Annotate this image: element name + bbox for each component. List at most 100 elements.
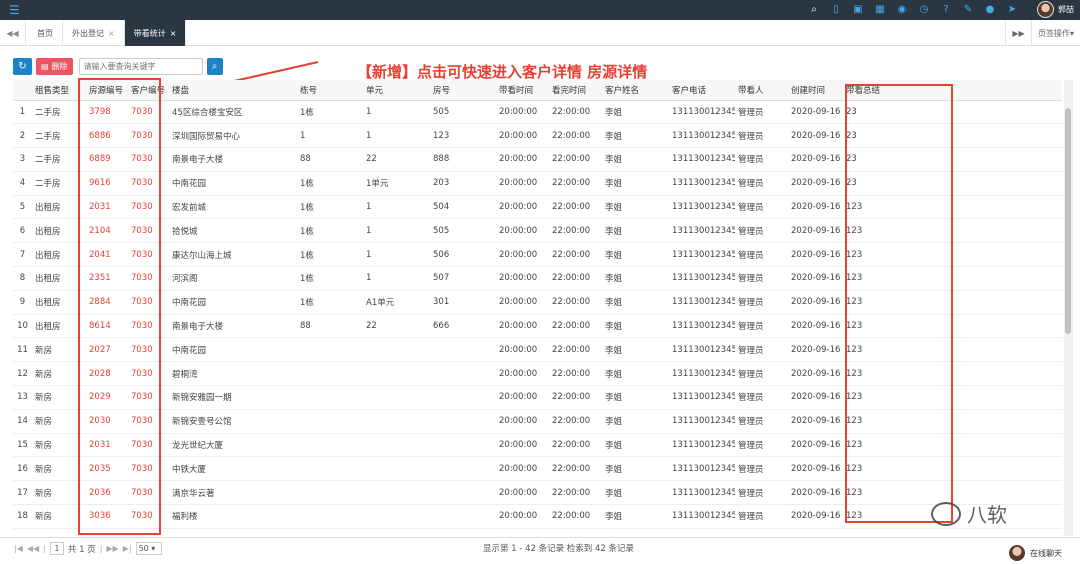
menu-icon[interactable]: ☰ (9, 4, 20, 16)
table-cell[interactable]: 7030 (128, 123, 169, 149)
column-header[interactable]: 带看人 (735, 80, 788, 101)
table-cell[interactable]: 2036 (86, 480, 128, 506)
table-cell[interactable]: 7030 (128, 218, 169, 244)
table-row[interactable]: 7 出租房 2041 7030 康达尔山海上城 1栋 1 506 20:00:00 22:00:0… (13, 242, 1062, 268)
close-icon[interactable]: × (108, 29, 115, 38)
table-cell[interactable]: 7030 (128, 456, 169, 482)
page-number-input[interactable]: 1 (49, 542, 64, 555)
column-header[interactable] (13, 80, 32, 101)
table-row[interactable]: 5 出租房 2031 7030 宏发前城 1栋 1 504 20:00:00 22:00:00 李姐… (13, 195, 1062, 220)
online-chat-button[interactable]: 在线聊天 (1009, 545, 1062, 561)
search-icon[interactable]: ⌕ (808, 3, 820, 16)
user-icon[interactable]: ● (984, 3, 996, 16)
first-page-icon[interactable]: |◀ (14, 544, 23, 553)
table-cell[interactable]: 7030 (128, 337, 169, 363)
table-row[interactable]: 6 出租房 2104 7030 拾悦城 1栋 1 505 20:00:00 22:00:00 李姐 1… (13, 218, 1062, 244)
table-row[interactable]: 16 新房 2035 7030 中铁大厦 20:00:00 22:00:00 李姐 131130… (13, 456, 1062, 482)
table-cell[interactable]: 6889 (86, 147, 128, 172)
table-cell[interactable]: 7030 (128, 361, 169, 387)
clock-icon[interactable]: ◷ (918, 3, 930, 16)
table-cell[interactable]: 7030 (128, 314, 169, 339)
column-header[interactable]: 栋号 (297, 80, 363, 101)
table-cell[interactable]: 2031 (86, 433, 128, 458)
table-cell[interactable]: 7030 (128, 290, 169, 315)
close-icon[interactable]: × (170, 29, 177, 38)
table-cell[interactable]: 7030 (128, 480, 169, 506)
table-cell[interactable]: 2028 (86, 361, 128, 387)
page-size-select[interactable]: 50 ▾ (135, 542, 162, 555)
table-cell[interactable]: 6886 (86, 123, 128, 149)
table-cell[interactable]: 2035 (86, 456, 128, 482)
table-row[interactable]: 9 出租房 2884 7030 中南花园 1栋 A1单元 301 20:00:00 22:00:0… (13, 290, 1062, 315)
table-row[interactable]: 10 出租房 8614 7030 南景电子大楼 88 22 666 20:00:00 22:00:… (13, 314, 1062, 339)
user-menu[interactable]: 郭喆 (1037, 1, 1074, 18)
table-cell[interactable]: 2104 (86, 218, 128, 244)
help-icon[interactable]: ? (940, 3, 952, 16)
tab-scroll-right-button[interactable]: ▶▶ (1005, 20, 1031, 46)
prev-page-icon[interactable]: ◀◀ (27, 544, 39, 553)
table-cell[interactable]: 8614 (86, 314, 128, 339)
table-row[interactable]: 18 新房 3036 7030 福利楼 20:00:00 22:00:00 李姐 1311300… (13, 504, 1062, 529)
tab-outing-register[interactable]: 外出登记 × (63, 20, 125, 46)
table-cell[interactable]: 3036 (86, 504, 128, 529)
column-header[interactable]: 客户姓名 (602, 80, 669, 101)
table-row[interactable]: 13 新房 2029 7030 新锦安雅园一期 20:00:00 22:00:00 李姐 131… (13, 385, 1062, 410)
column-header[interactable]: 带看时间 (496, 80, 549, 101)
table-cell[interactable]: 7030 (128, 385, 169, 410)
delete-button[interactable]: ▤ 删除 (36, 57, 73, 75)
edit-icon[interactable]: ✎ (962, 3, 974, 16)
column-header[interactable]: 客户电话 (669, 80, 735, 101)
refresh-button[interactable]: ↻ (13, 57, 32, 75)
table-row[interactable]: 12 新房 2028 7030 碧桐湾 20:00:00 22:00:00 李姐 1311300… (13, 361, 1062, 387)
column-header[interactable]: 客户编号 (128, 80, 169, 101)
table-cell[interactable]: 2029 (86, 385, 128, 410)
search-button[interactable]: ⌕ (206, 57, 223, 75)
table-cell[interactable]: 2351 (86, 266, 128, 291)
table-row[interactable]: 4 二手房 9616 7030 中南花园 1栋 1单元 203 20:00:00 22:00:00… (13, 171, 1062, 196)
column-header[interactable]: 房号 (430, 80, 496, 101)
table-row[interactable]: 17 新房 2036 7030 满京华云著 20:00:00 22:00:00 李姐 13113… (13, 480, 1062, 506)
page-ops-dropdown[interactable]: 页签操作 ▾ (1031, 20, 1080, 46)
table-cell[interactable]: 2041 (86, 242, 128, 268)
table-cell[interactable]: 7030 (128, 504, 169, 529)
table-cell[interactable]: 7030 (128, 195, 169, 220)
table-cell[interactable]: 2030 (86, 409, 128, 434)
next-page-icon[interactable]: ▶▶ (106, 544, 118, 553)
scrollbar-thumb[interactable] (1065, 108, 1071, 334)
table-cell[interactable]: 7030 (128, 433, 169, 458)
table-cell[interactable]: 2884 (86, 290, 128, 315)
table-cell[interactable]: 3798 (86, 100, 128, 125)
table-cell[interactable]: 2031 (86, 195, 128, 220)
table-cell[interactable]: 9616 (86, 171, 128, 196)
table-cell[interactable]: 7030 (128, 409, 169, 434)
last-page-icon[interactable]: ▶| (123, 544, 132, 553)
table-cell[interactable]: 7030 (128, 100, 169, 125)
table-row[interactable]: 11 新房 2027 7030 中南花园 20:00:00 22:00:00 李姐 131130… (13, 337, 1062, 363)
table-row[interactable]: 8 出租房 2351 7030 河滨阁 1栋 1 507 20:00:00 22:00:00 李姐 1… (13, 266, 1062, 291)
table-row[interactable]: 1 二手房 3798 7030 45区综合楼宝安区 1栋 1 505 20:00:00 22:00… (13, 100, 1062, 125)
run-icon[interactable]: ➤ (1006, 3, 1018, 16)
search-input[interactable] (78, 57, 203, 75)
table-row[interactable]: 15 新房 2031 7030 龙光世纪大厦 20:00:00 22:00:00 李姐 1311… (13, 433, 1062, 458)
column-header[interactable]: 单元 (363, 80, 430, 101)
table-cell[interactable]: 7030 (128, 171, 169, 196)
column-header[interactable]: 创建时间 (788, 80, 843, 101)
location-icon[interactable]: ◉ (896, 3, 908, 16)
tab-home[interactable]: 首页 (28, 20, 63, 46)
table-row[interactable]: 2 二手房 6886 7030 深圳国际贸易中心 1 1 123 20:00:00 22:00:0… (13, 123, 1062, 149)
table-cell[interactable]: 2027 (86, 337, 128, 363)
column-header[interactable]: 房源编号 (86, 80, 128, 101)
table-cell[interactable]: 7030 (128, 242, 169, 268)
column-header[interactable]: 看完时间 (549, 80, 602, 101)
ad-icon[interactable]: ▣ (852, 3, 864, 16)
column-header[interactable]: 带看总结 (843, 80, 1062, 101)
table-cell[interactable]: 7030 (128, 147, 169, 172)
column-header[interactable]: 楼盘 (169, 80, 297, 101)
tab-showing-stats[interactable]: 带看统计 × (124, 20, 187, 46)
tab-scroll-left-button[interactable]: ◀◀ (0, 20, 26, 46)
phone-icon[interactable]: ▯ (830, 3, 842, 16)
column-header[interactable]: 租售类型 (32, 80, 86, 101)
table-row[interactable]: 14 新房 2030 7030 新锦安壹号公馆 20:00:00 22:00:00 李姐 131… (13, 409, 1062, 434)
table-row[interactable]: 3 二手房 6889 7030 南景电子大楼 88 22 888 20:00:00 22:00:0… (13, 147, 1062, 172)
grid-icon[interactable]: ▦ (874, 3, 886, 16)
